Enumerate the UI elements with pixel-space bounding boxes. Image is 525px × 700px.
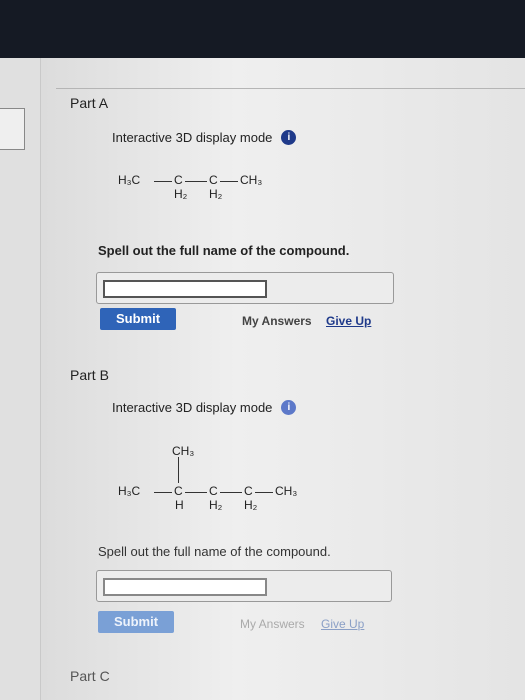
top-bar: [0, 0, 525, 58]
formula-ch3: CH₃: [240, 173, 263, 187]
bond: [154, 492, 172, 493]
info-icon[interactable]: i: [281, 130, 297, 145]
part-b-my-answers-link[interactable]: My Answers: [240, 617, 305, 631]
formula-h2: H₂: [174, 187, 188, 201]
formula-h3c: H₃C: [118, 173, 141, 187]
part-b-answer-input[interactable]: [103, 578, 267, 596]
left-sidebar: [0, 58, 41, 700]
formula-carbon: C: [209, 484, 218, 498]
formula-h3c: H₃C: [118, 484, 141, 498]
formula-ch3: CH₃: [275, 484, 298, 498]
sidebar-tab[interactable]: [0, 108, 25, 150]
part-a-answer-input[interactable]: [103, 280, 267, 298]
part-a-submit-button[interactable]: Submit: [100, 308, 176, 330]
info-icon[interactable]: i: [281, 400, 297, 415]
part-b-answer-box: [96, 570, 392, 602]
part-a-display-mode-label: Interactive 3D display mode: [112, 130, 273, 145]
formula-h: H: [175, 498, 184, 512]
part-a-give-up-link[interactable]: Give Up: [326, 314, 371, 328]
bond: [178, 457, 179, 483]
part-b-display-mode-label: Interactive 3D display mode: [112, 400, 273, 415]
formula-ch3-branch: CH₃: [172, 444, 195, 458]
part-a-label: Part A: [70, 95, 109, 111]
bond: [255, 492, 273, 493]
bond: [220, 181, 238, 182]
formula-carbon: C: [174, 484, 183, 498]
formula-carbon: C: [209, 173, 218, 187]
problem-page: Part A Interactive 3D display mode i H₃C…: [0, 58, 525, 700]
bond: [185, 181, 207, 182]
part-a-display-mode: Interactive 3D display mode i: [112, 130, 297, 145]
bond: [154, 181, 172, 182]
part-b-label: Part B: [70, 367, 109, 383]
part-a-my-answers-link[interactable]: My Answers: [242, 314, 312, 328]
part-b-prompt: Spell out the full name of the compound.: [98, 544, 331, 559]
bond: [220, 492, 242, 493]
part-a-answer-box: [96, 272, 394, 304]
part-c-label: Part C: [70, 668, 110, 684]
formula-h2: H₂: [209, 187, 223, 201]
formula-h2: H₂: [209, 498, 223, 512]
section-divider: [56, 88, 525, 89]
bond: [185, 492, 207, 493]
part-b-submit-button[interactable]: Submit: [98, 611, 174, 633]
part-b-give-up-link[interactable]: Give Up: [321, 617, 364, 631]
formula-carbon: C: [174, 173, 183, 187]
part-b-display-mode: Interactive 3D display mode i: [112, 400, 297, 415]
formula-carbon: C: [244, 484, 253, 498]
part-a-prompt: Spell out the full name of the compound.: [98, 243, 350, 258]
formula-h2: H₂: [244, 498, 258, 512]
